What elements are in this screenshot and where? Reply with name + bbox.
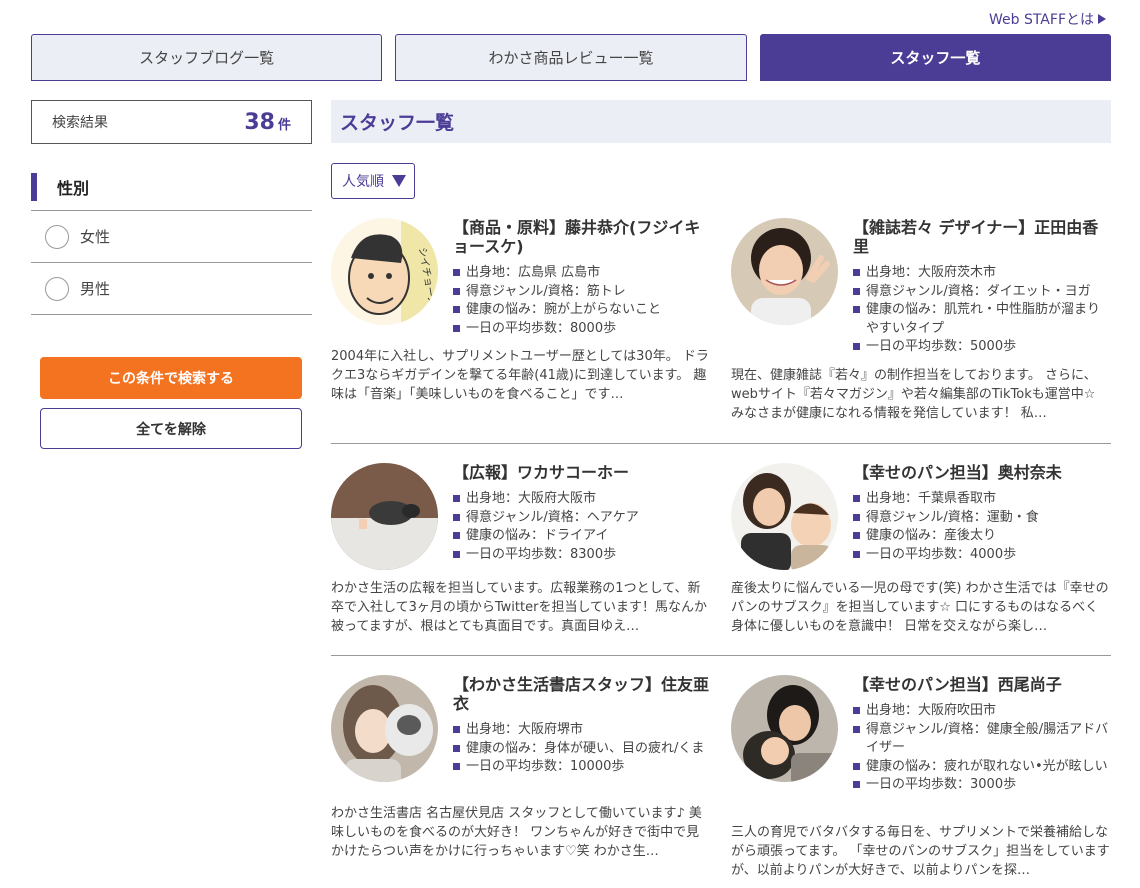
search-button[interactable]: この条件で検索する bbox=[40, 357, 302, 399]
radio-female[interactable] bbox=[45, 224, 69, 249]
sort-select[interactable]: 人気順 bbox=[331, 163, 415, 199]
avatar bbox=[331, 675, 438, 782]
fact-item: 出身地：千葉県香取市 bbox=[853, 490, 1111, 509]
fact-item: 健康の悩み：疲れが取れない•光が眩しい bbox=[853, 758, 1111, 777]
staff-description: わかさ生活の広報を担当しています。広報業務の1つとして、新卒で入社して3ヶ月の頃… bbox=[331, 581, 708, 634]
filter-option-female[interactable]: 女性 bbox=[31, 211, 312, 263]
option-label-female: 女性 bbox=[80, 228, 111, 246]
fact-item: 健康の悩み：産後太り bbox=[853, 527, 1111, 546]
staff-name[interactable]: 【広報】ワカサコーホー bbox=[453, 463, 711, 482]
main-content: スタッフ一覧 人気順 シイチョースケ 【商品・原料】藤井恭介(フジイキョースケ)… bbox=[331, 100, 1111, 878]
web-staff-link-label: Web STAFFとは bbox=[988, 12, 1094, 28]
staff-name[interactable]: 【商品・原料】藤井恭介(フジイキョースケ) bbox=[453, 218, 711, 256]
staff-facts: 出身地：大阪府吹田市 得意ジャンル/資格：健康全般/腸活アドバイザー 健康の悩み… bbox=[853, 702, 1111, 795]
fact-item: 一日の平均歩数：3000歩 bbox=[853, 776, 1111, 795]
fact-item: 一日の平均歩数：5000歩 bbox=[853, 338, 1111, 357]
tab-product-review[interactable]: わかさ商品レビュー一覧 bbox=[395, 34, 747, 81]
filter-gender-heading: 性別 bbox=[31, 173, 312, 201]
chevron-down-icon bbox=[392, 175, 406, 187]
tab-staff-list[interactable]: スタッフ一覧 bbox=[759, 34, 1111, 81]
fact-item: 一日の平均歩数：8000歩 bbox=[453, 320, 711, 339]
row-divider bbox=[331, 443, 1111, 444]
staff-description: わかさ生活書店 名古屋伏見店 スタッフとして働いています♪ 美味しいものを食べる… bbox=[331, 806, 702, 859]
clear-button[interactable]: 全てを解除 bbox=[40, 408, 302, 449]
avatar bbox=[331, 463, 438, 570]
fact-item: 得意ジャンル/資格：健康全般/腸活アドバイザー bbox=[853, 721, 1111, 758]
row-divider bbox=[331, 655, 1111, 656]
fact-item: 出身地：大阪府茨木市 bbox=[853, 264, 1111, 283]
fact-item: 健康の悩み：身体が硬い、目の疲れ/くま bbox=[453, 740, 711, 759]
fact-item: 一日の平均歩数：4000歩 bbox=[853, 546, 1111, 565]
staff-description: 現在、健康雑誌『若々』の制作担当をしております。 さらに、webサイト『若々マガ… bbox=[731, 368, 1097, 421]
fact-item: 出身地：大阪府大阪市 bbox=[453, 490, 711, 509]
fact-item: 得意ジャンル/資格：ヘアケア bbox=[453, 509, 711, 528]
staff-name[interactable]: 【わかさ生活書店スタッフ】住友亜衣 bbox=[453, 675, 711, 713]
staff-name[interactable]: 【幸せのパン担当】西尾尚子 bbox=[853, 675, 1111, 694]
tab-bar: スタッフブログ一覧 わかさ商品レビュー一覧 スタッフ一覧 bbox=[31, 34, 1111, 81]
avatar: シイチョースケ bbox=[331, 218, 438, 325]
radio-male[interactable] bbox=[45, 276, 69, 301]
result-count-unit: 件 bbox=[277, 117, 291, 133]
avatar bbox=[731, 218, 838, 325]
fact-item: 健康の悩み：腕が上がらないこと bbox=[453, 301, 711, 320]
staff-description: 三人の育児でバタバタする毎日を、サプリメントで栄養補給しながら頑張ってます。 「… bbox=[731, 825, 1110, 878]
web-staff-link[interactable]: Web STAFFとは bbox=[989, 9, 1106, 29]
staff-facts: 出身地：大阪府堺市 健康の悩み：身体が硬い、目の疲れ/くま 一日の平均歩数：10… bbox=[453, 721, 711, 777]
fact-item: 出身地：大阪府堺市 bbox=[453, 721, 711, 740]
filter-option-male[interactable]: 男性 bbox=[31, 263, 312, 315]
avatar bbox=[731, 675, 838, 782]
fact-item: 健康の悩み：ドライアイ bbox=[453, 527, 711, 546]
fact-item: 得意ジャンル/資格：ダイエット・ヨガ bbox=[853, 283, 1111, 302]
fact-item: 出身地：広島県 広島市 bbox=[453, 264, 711, 283]
avatar bbox=[731, 463, 838, 570]
result-count: 38 件 bbox=[244, 110, 291, 135]
staff-facts: 出身地：千葉県香取市 得意ジャンル/資格：運動・食 健康の悩み：産後太り 一日の… bbox=[853, 490, 1111, 564]
staff-facts: 出身地：大阪府大阪市 得意ジャンル/資格：ヘアケア 健康の悩み：ドライアイ 一日… bbox=[453, 490, 711, 564]
tab-staff-blog[interactable]: スタッフブログ一覧 bbox=[31, 34, 383, 81]
fact-item: 健康の悩み：肌荒れ・中性脂肪が溜まりやすいタイプ bbox=[853, 301, 1111, 338]
option-label-male: 男性 bbox=[80, 280, 111, 298]
page-title: スタッフ一覧 bbox=[331, 100, 1111, 143]
fact-item: 得意ジャンル/資格：筋トレ bbox=[453, 283, 711, 302]
staff-description: 2004年に入社し、サプリメントユーザー歴としては30年。 ドラクエ3ならギガデ… bbox=[331, 349, 709, 402]
fact-item: 出身地：大阪府吹田市 bbox=[853, 702, 1111, 721]
staff-facts: 出身地：大阪府茨木市 得意ジャンル/資格：ダイエット・ヨガ 健康の悩み：肌荒れ・… bbox=[853, 264, 1111, 357]
fact-item: 一日の平均歩数：8300歩 bbox=[453, 546, 711, 565]
arrow-right-icon bbox=[1098, 14, 1106, 24]
staff-description: 産後太りに悩んでいる一児の母です(笑) わかさ生活では『幸せのパンのサブスク』を… bbox=[731, 581, 1109, 634]
result-label: 検索結果 bbox=[52, 115, 108, 131]
staff-name[interactable]: 【幸せのパン担当】奥村奈未 bbox=[853, 463, 1111, 482]
staff-facts: 出身地：広島県 広島市 得意ジャンル/資格：筋トレ 健康の悩み：腕が上がらないこ… bbox=[453, 264, 711, 338]
fact-item: 一日の平均歩数：10000歩 bbox=[453, 758, 711, 777]
result-count-number: 38 bbox=[244, 109, 275, 135]
fact-item: 得意ジャンル/資格：運動・食 bbox=[853, 509, 1111, 528]
staff-name[interactable]: 【雑誌若々 デザイナー】正田由香里 bbox=[853, 218, 1111, 256]
sidebar: 検索結果 38 件 性別 女性 男性 この条件で検索する 全てを解除 bbox=[31, 100, 312, 449]
result-count-box: 検索結果 38 件 bbox=[31, 100, 312, 144]
sort-label: 人気順 bbox=[342, 174, 384, 190]
